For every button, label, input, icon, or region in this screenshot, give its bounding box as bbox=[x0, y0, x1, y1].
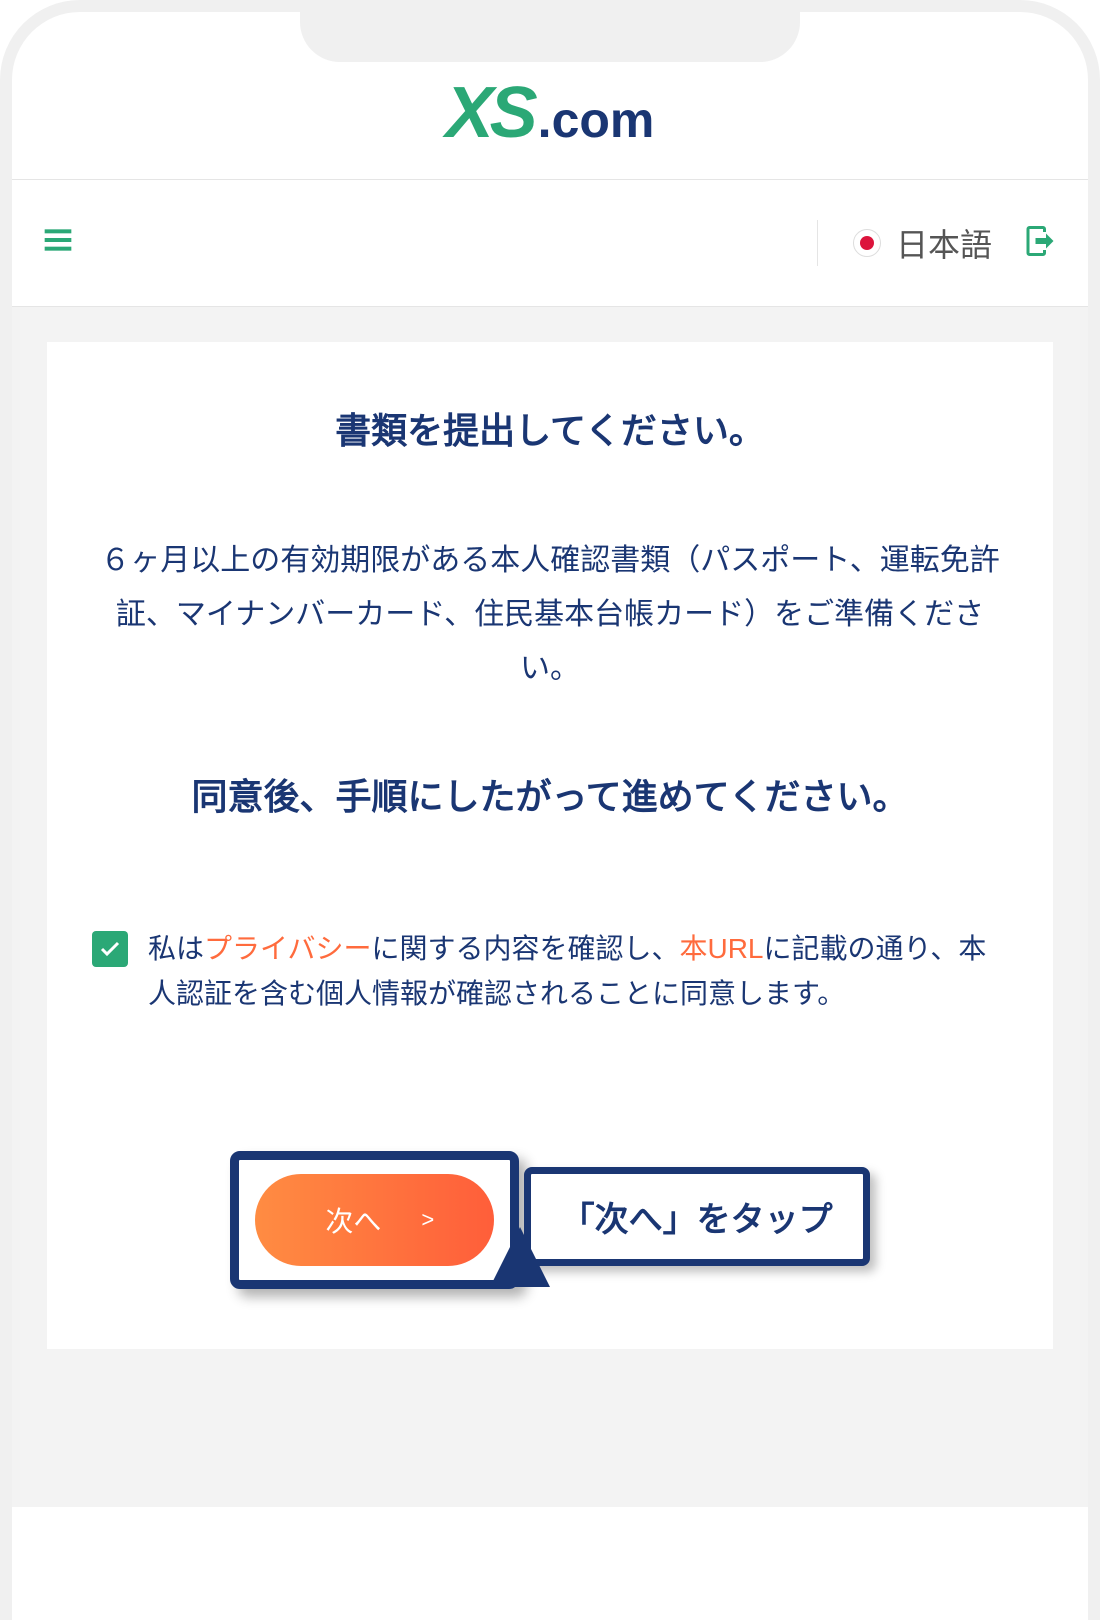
consent-subtitle: 同意後、手順にしたがって進めてください。 bbox=[92, 766, 1008, 827]
japan-flag-icon bbox=[853, 229, 881, 257]
consent-mid: に関する内容を確認し、 bbox=[371, 933, 679, 964]
hamburger-menu-icon[interactable] bbox=[42, 224, 74, 262]
consent-prefix: 私は bbox=[148, 933, 204, 964]
page-title: 書類を提出してください。 bbox=[92, 402, 1008, 454]
content-area: XS .com 日本語 bbox=[12, 12, 1088, 1507]
phone-frame: XS .com 日本語 bbox=[0, 0, 1100, 1620]
next-button-label: 次へ bbox=[325, 1200, 381, 1240]
language-selector[interactable]: 日本語 bbox=[817, 220, 992, 266]
phone-notch bbox=[300, 12, 800, 62]
chevron-right-icon: > bbox=[421, 1207, 434, 1233]
logo-com-text: .com bbox=[538, 91, 655, 149]
xs-logo: XS .com bbox=[446, 72, 655, 154]
logo-xs-text: XS bbox=[446, 72, 534, 154]
logo-section: XS .com bbox=[12, 72, 1088, 180]
button-highlight-frame: 次へ > bbox=[230, 1151, 519, 1289]
logout-icon[interactable] bbox=[1022, 223, 1058, 264]
document-card: 書類を提出してください。 ６ヶ月以上の有効期限がある本人確認書類（パスポート、運… bbox=[47, 342, 1053, 1349]
button-container: 次へ > 「次へ」をタップ bbox=[92, 1097, 1008, 1289]
consent-checkbox[interactable] bbox=[92, 931, 128, 967]
next-button[interactable]: 次へ > bbox=[255, 1174, 494, 1266]
annotation-arrow-icon bbox=[480, 1227, 560, 1302]
annotation-label: 「次へ」をタップ bbox=[561, 1201, 833, 1239]
consent-text: 私はプライバシーに関する内容を確認し、本URLに記載の通り、本人認証を含む個人情… bbox=[148, 927, 1008, 1017]
document-description: ６ヶ月以上の有効期限がある本人確認書類（パスポート、運転免許証、マイナンバーカー… bbox=[92, 534, 1008, 696]
url-link[interactable]: 本URL bbox=[679, 933, 763, 964]
consent-row: 私はプライバシーに関する内容を確認し、本URLに記載の通り、本人認証を含む個人情… bbox=[92, 927, 1008, 1017]
header-right: 日本語 bbox=[817, 220, 1058, 266]
annotation-callout: 「次へ」をタップ bbox=[524, 1167, 870, 1266]
main-area: 書類を提出してください。 ６ヶ月以上の有効期限がある本人確認書類（パスポート、運… bbox=[12, 307, 1088, 1507]
privacy-link[interactable]: プライバシー bbox=[204, 933, 371, 964]
header-bar: 日本語 bbox=[12, 180, 1088, 307]
language-label: 日本語 bbox=[896, 220, 992, 266]
